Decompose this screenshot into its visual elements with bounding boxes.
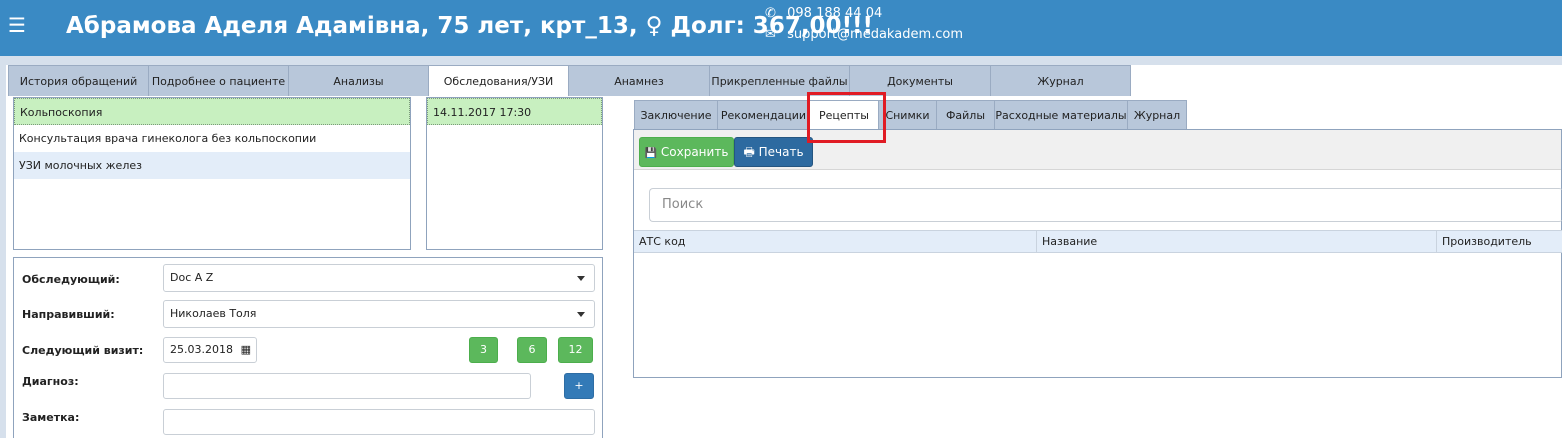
exam-form: Обследующий: Doc A Z Направивший: Никола… (13, 257, 603, 438)
calendar-icon[interactable]: ▦ (241, 338, 251, 362)
prescriptions-panel: 💾 Сохранить 🖶 Печать Поиск АТС код Назва… (633, 129, 1562, 378)
email-icon: ✉ (765, 27, 776, 42)
phone-icon: ✆ (765, 6, 776, 21)
note-label: Заметка: (22, 411, 80, 424)
tab-patient-details[interactable]: Подробнее о пациенте (148, 65, 289, 96)
referrer-value: Николаев Толя (170, 307, 257, 320)
examiner-value: Doc A Z (170, 271, 214, 284)
app-header: ☰ Абрамова Аделя Адамівна, 75 лет, крт_1… (0, 0, 1562, 56)
diagnosis-input[interactable] (163, 373, 531, 399)
next-visit-date-input[interactable]: 25.03.2018 ▦ (163, 337, 257, 363)
subtab-recommendations[interactable]: Рекомендации (717, 100, 810, 130)
date-list: 14.11.2017 17:30 (426, 97, 603, 250)
contact-phone: ✆ 098 188 44 04 (765, 6, 882, 21)
hamburger-menu-icon[interactable]: ☰ (8, 15, 26, 35)
chevron-down-icon (577, 276, 585, 281)
subtab-files[interactable]: Файлы (936, 100, 995, 130)
subtab-journal[interactable]: Журнал (1127, 100, 1187, 130)
interval-6-button[interactable]: 6 (517, 337, 547, 363)
add-diagnosis-button[interactable]: + (564, 373, 594, 399)
interval-3-button[interactable]: 3 (469, 337, 498, 363)
column-name[interactable]: Название (1037, 231, 1437, 253)
tab-attached-files[interactable]: Прикрепленные файлы (709, 65, 850, 96)
patient-title: Абрамова Аделя Адамівна, 75 лет, крт_13,… (66, 13, 874, 39)
tab-documents[interactable]: Документы (849, 65, 991, 96)
prescriptions-grid-header: АТС код Название Производитель (634, 230, 1562, 253)
tab-examinations[interactable]: Обследования/УЗИ (428, 65, 569, 96)
print-button[interactable]: 🖶 Печать (734, 137, 813, 167)
subtab-images[interactable]: Снимки (878, 100, 937, 130)
subtab-consumables[interactable]: Расходные материалы (994, 100, 1128, 130)
tab-history[interactable]: История обращений (8, 65, 149, 96)
printer-icon: 🖶 (743, 145, 755, 159)
exam-item[interactable]: УЗИ молочных желез (14, 152, 410, 179)
chevron-down-icon (577, 312, 585, 317)
tab-analyses[interactable]: Анализы (288, 65, 429, 96)
email-address[interactable]: support@medakadem.com (787, 27, 963, 42)
main-panel: История обращений Подробнее о пациенте А… (6, 65, 1562, 438)
interval-12-button[interactable]: 12 (558, 337, 593, 363)
diagnosis-label: Диагноз: (22, 375, 79, 388)
examiner-select[interactable]: Doc A Z (163, 264, 595, 292)
exam-item[interactable]: Консультация врача гинеколога без кольпо… (14, 125, 410, 152)
referrer-label: Направивший: (22, 308, 115, 321)
next-visit-label: Следующий визит: (22, 344, 144, 357)
save-icon: 💾 (644, 148, 658, 159)
subtab-conclusion[interactable]: Заключение (634, 100, 718, 130)
phone-number: 098 188 44 04 (787, 6, 883, 21)
exam-list: Кольпоскопия Консультация врача гинеколо… (13, 97, 411, 250)
column-atc-code[interactable]: АТС код (634, 231, 1037, 253)
next-visit-value: 25.03.2018 (170, 343, 233, 356)
column-manufacturer[interactable]: Производитель (1437, 231, 1562, 253)
contact-email: ✉ support@medakadem.com (765, 27, 963, 42)
save-label: Сохранить (660, 145, 729, 159)
search-input[interactable]: Поиск (649, 188, 1562, 222)
sub-tabs: Заключение Рекомендации Рецепты Снимки Ф… (634, 100, 1187, 130)
top-tabs: История обращений Подробнее о пациенте А… (8, 65, 1131, 96)
date-item[interactable]: 14.11.2017 17:30 (427, 98, 602, 125)
tab-anamnesis[interactable]: Анамнез (568, 65, 710, 96)
print-label: Печать (758, 145, 804, 159)
save-button[interactable]: 💾 Сохранить (639, 137, 734, 167)
tab-journal[interactable]: Журнал (990, 65, 1131, 96)
exam-item[interactable]: Кольпоскопия (14, 98, 410, 125)
referrer-select[interactable]: Николаев Толя (163, 300, 595, 328)
note-input[interactable] (163, 409, 595, 435)
examiner-label: Обследующий: (22, 273, 120, 286)
subtab-prescriptions[interactable]: Рецепты (809, 100, 879, 130)
